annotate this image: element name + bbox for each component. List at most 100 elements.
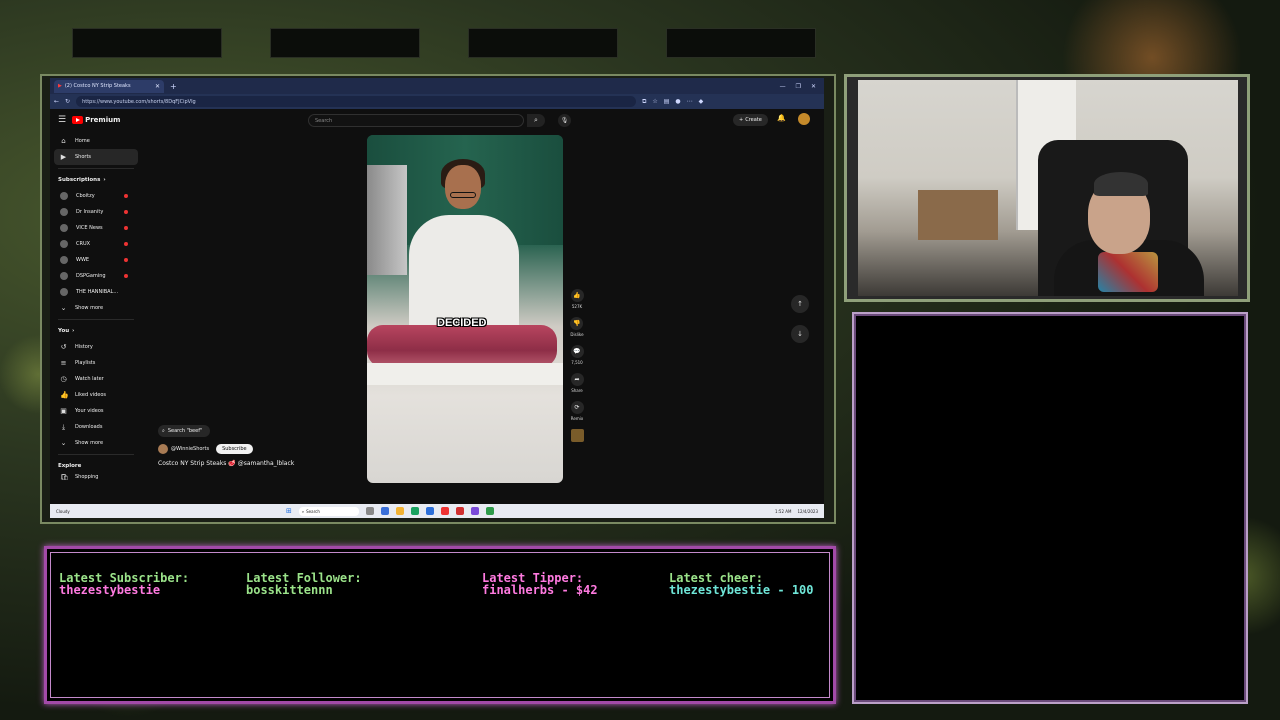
webcam-shirt-print	[1098, 252, 1158, 292]
subscription-item[interactable]: VICE News	[50, 220, 142, 236]
webcam-clutter	[918, 190, 998, 240]
app-icon[interactable]	[455, 507, 464, 515]
system-tray[interactable]: 1:52 AM 12/4/2023	[775, 509, 824, 514]
close-window-icon[interactable]: ✕	[811, 83, 816, 90]
app-icon[interactable]	[380, 507, 389, 515]
search-input[interactable]: Search	[308, 114, 524, 127]
hamburger-menu-icon[interactable]: ☰	[58, 115, 66, 125]
discord-icon[interactable]	[470, 507, 479, 515]
subscription-item[interactable]: Cboitzy	[50, 188, 142, 204]
windows-start-icon[interactable]: ⊞	[286, 507, 292, 515]
latest-cheer: Latest cheer: thezestybestie - 100	[669, 572, 814, 596]
subscription-item[interactable]: Dr Insanity	[50, 204, 142, 220]
channel-row: @WinnieShorts Subscribe	[158, 444, 294, 454]
follower-name: bosskittennn	[246, 583, 333, 597]
file-explorer-icon[interactable]	[395, 507, 404, 515]
chip-label: Search "beef"	[167, 428, 203, 434]
show-more-label: Show more	[75, 440, 104, 446]
refresh-icon[interactable]: ↻	[65, 98, 70, 105]
short-title[interactable]: Costco NY Strip Steaks 🥩 @samantha_lblac…	[158, 460, 294, 467]
dislike-action[interactable]: 👎 Dislike	[570, 317, 584, 337]
show-more-you[interactable]: ⌄ Show more	[50, 435, 142, 451]
favorite-icon[interactable]: ☆	[652, 98, 657, 106]
sidebar-item-shorts[interactable]: ▶ Shorts	[54, 149, 138, 165]
taskbar-search[interactable]: ⌕ Search	[298, 506, 359, 516]
minimize-icon[interactable]: —	[780, 83, 786, 90]
collections-icon[interactable]: ▤	[664, 98, 670, 106]
browser-tab[interactable]: ▶ (2) Costco NY Strip Steaks ✕	[54, 79, 164, 93]
url-text: https://www.youtube.com/shorts/8DqFJCipV…	[82, 98, 196, 105]
live-indicator	[124, 242, 128, 246]
subscription-item[interactable]: THE HANNIBAL...	[50, 284, 142, 300]
thumbs-down-icon: 👎	[570, 317, 584, 330]
youtube-logo[interactable]: Premium	[72, 116, 120, 124]
channel-avatar[interactable]	[158, 444, 168, 454]
arrow-down-icon[interactable]: ↓	[791, 325, 809, 343]
remix-action[interactable]: ⟳ Remix	[570, 401, 584, 421]
edge-icon[interactable]	[410, 507, 419, 515]
chevron-right-icon: ›	[103, 177, 106, 183]
tab-title: (2) Costco NY Strip Steaks	[64, 83, 131, 89]
maximize-icon[interactable]: ❐	[796, 83, 801, 90]
comments-action[interactable]: 💬 7,510	[570, 345, 584, 365]
chat-panel	[852, 312, 1248, 704]
sidebar-item-watch-later[interactable]: ◷ Watch later	[50, 371, 142, 387]
subscriptions-heading[interactable]: Subscriptions ›	[50, 172, 142, 188]
store-icon[interactable]	[425, 507, 434, 515]
subscription-item[interactable]: WWE	[50, 252, 142, 268]
divider	[58, 319, 134, 320]
subscription-item[interactable]: DSPGaming	[50, 268, 142, 284]
video-person-glasses	[450, 192, 476, 198]
arrow-up-icon[interactable]: ↑	[791, 295, 809, 313]
sidebar-item-playlists[interactable]: ≡ Playlists	[50, 355, 142, 371]
notifications-icon[interactable]: 🔔	[777, 114, 786, 122]
subscribe-button[interactable]: Subscribe	[216, 444, 253, 454]
top-panel-3	[468, 28, 618, 58]
related-search-chip[interactable]: ⌕ Search "beef"	[158, 425, 210, 437]
sidebar-item-your-videos[interactable]: ▣ Your videos	[50, 403, 142, 419]
shorts-icon: ▶	[60, 153, 67, 161]
sidebar-item-home[interactable]: ⌂ Home	[50, 133, 142, 149]
weather-widget[interactable]: Cloudy	[50, 509, 110, 514]
xbox-icon[interactable]	[485, 507, 494, 515]
profile-icon[interactable]: ●	[675, 98, 680, 106]
new-tab-icon[interactable]: +	[170, 82, 177, 91]
channel-handle[interactable]: @WinnieShorts	[171, 446, 209, 452]
sidebar-label: Shopping	[75, 474, 99, 480]
download-icon: ⤓	[61, 422, 66, 431]
divider	[58, 168, 134, 169]
sidebar-item-shopping[interactable]: 🛍 Shopping	[50, 474, 142, 480]
show-more-subscriptions[interactable]: ⌄ Show more	[50, 300, 142, 316]
subscription-item[interactable]: CRUX	[50, 236, 142, 252]
sidebar-item-liked-videos[interactable]: 👍 Liked videos	[50, 387, 142, 403]
account-avatar[interactable]	[798, 113, 810, 125]
video-icon: ▣	[60, 407, 67, 415]
playlist-icon: ≡	[60, 359, 67, 367]
webcam-streamer-cap	[1094, 172, 1148, 196]
url-field[interactable]: https://www.youtube.com/shorts/8DqFJCipV…	[76, 96, 637, 107]
sound-thumbnail[interactable]	[570, 429, 584, 442]
back-icon[interactable]: ←	[54, 98, 59, 105]
subscriber-name: thezestybestie	[59, 583, 161, 597]
create-button[interactable]: + Create	[733, 114, 768, 126]
app-icon[interactable]	[440, 507, 449, 515]
youtube-page: ☰ Premium Search ⌕ 🎙 + Create 🔔 ⌂ Home ▶ Sh…	[50, 109, 824, 504]
video-steak	[367, 325, 557, 367]
you-heading[interactable]: You ›	[50, 323, 142, 339]
share-label: Share	[571, 388, 583, 393]
sidebar-item-history[interactable]: ↺ History	[50, 339, 142, 355]
share-action[interactable]: ➦ Share	[570, 373, 584, 393]
sidebar-item-downloads[interactable]: ⤓ Downloads	[50, 419, 142, 435]
task-view-icon[interactable]	[365, 507, 374, 515]
microphone-icon[interactable]: 🎙	[558, 114, 571, 127]
close-tab-icon[interactable]: ✕	[155, 83, 160, 90]
search-icon[interactable]: ⌕	[527, 114, 545, 127]
menu-icon[interactable]: ⋯	[687, 98, 693, 106]
extensions-icon[interactable]: ⧉	[642, 98, 646, 106]
short-video-player[interactable]: DECIDED	[367, 135, 563, 483]
copilot-icon[interactable]: ◆	[699, 98, 704, 106]
window-controls: — ❐ ✕	[780, 83, 824, 90]
like-action[interactable]: 👍 527K	[570, 289, 584, 309]
weather-label: Cloudy	[56, 508, 70, 514]
search-placeholder: Search	[315, 117, 333, 124]
